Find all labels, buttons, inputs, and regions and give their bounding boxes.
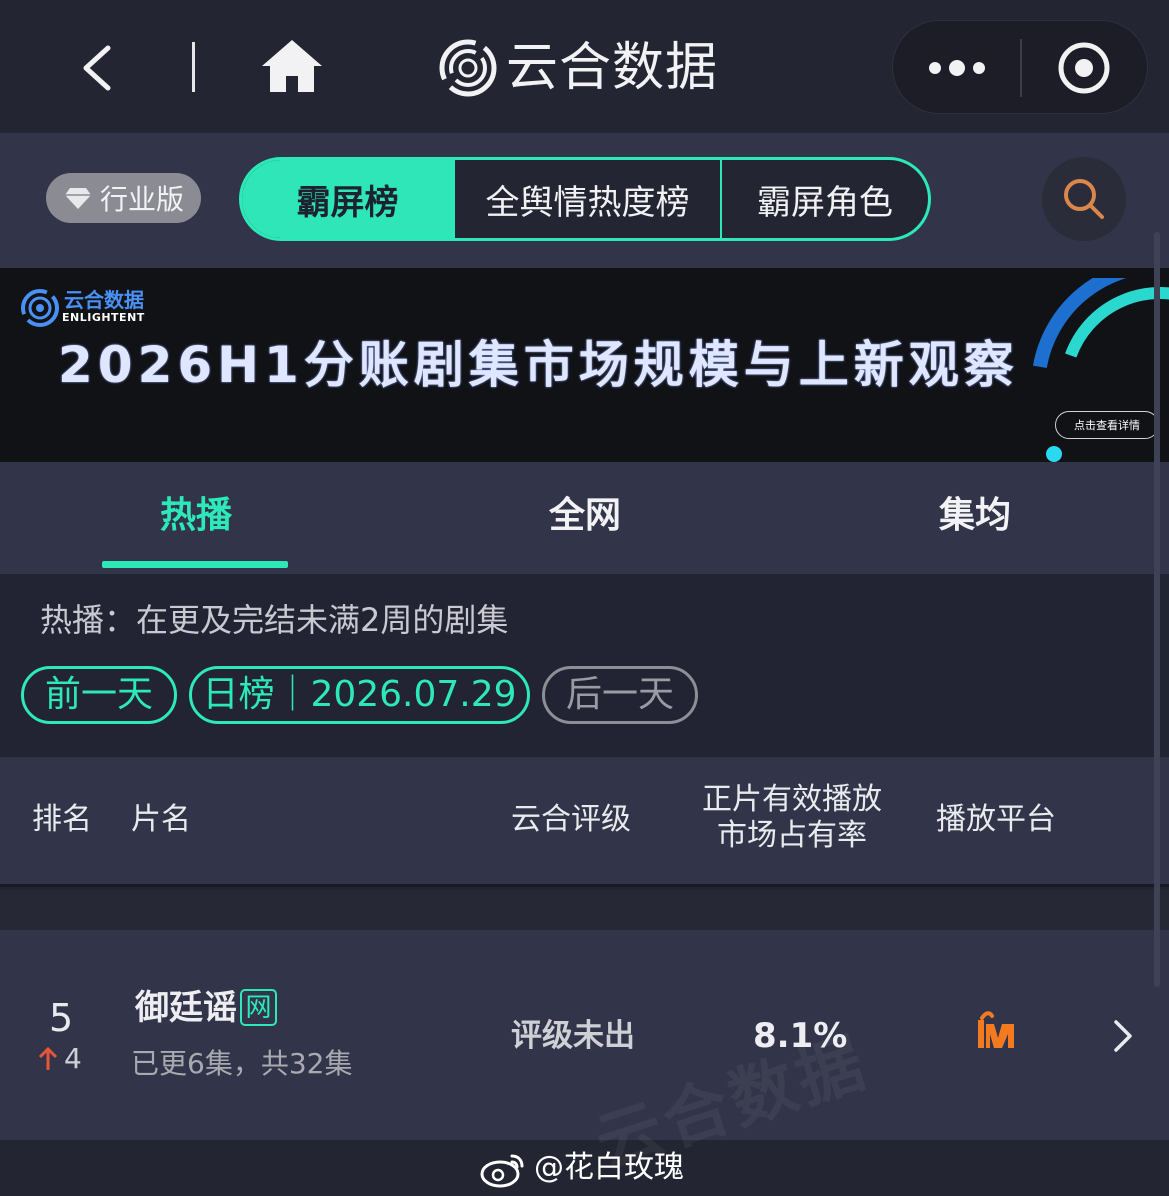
- table-spacer: [0, 890, 1169, 930]
- mango-tv-icon: [978, 1011, 1014, 1048]
- ranking-tab-bar: 行业版 霸屏榜 全舆情热度榜 霸屏角色: [0, 133, 1169, 268]
- next-day-button[interactable]: 后一天: [542, 666, 698, 724]
- back-arrow-icon[interactable]: [70, 38, 130, 98]
- more-dots-icon[interactable]: [921, 49, 993, 87]
- tab-per-episode[interactable]: 集均: [939, 492, 1011, 540]
- table-row[interactable]: 5 4 御廷谣 网 已更6集，共32集 评级未出 8.1%: [0, 930, 1169, 1140]
- banner-title: 2026H1分账剧集市场规模与上新观察: [58, 336, 1019, 394]
- previous-day-button[interactable]: 前一天: [21, 666, 177, 724]
- banner-logo-icon: [21, 289, 59, 327]
- header-market-share-line2: 市场占有率: [717, 818, 867, 853]
- ranking-tabs: 霸屏榜 全舆情热度榜 霸屏角色: [239, 157, 931, 241]
- rating-value: 评级未出: [511, 1018, 635, 1054]
- rank-number: 5: [49, 996, 74, 1040]
- app-title: 云合数据: [506, 38, 719, 98]
- header-market-share: 正片有效播放 市场占有率: [702, 782, 882, 854]
- header-rank: 排名: [32, 802, 92, 837]
- watermark-username: @花白玫瑰: [534, 1150, 684, 1185]
- rank-change: 4: [38, 1042, 82, 1075]
- capsule-divider: [1020, 39, 1022, 97]
- tab-hot-airing[interactable]: 热播: [160, 492, 232, 540]
- home-icon[interactable]: [258, 36, 326, 96]
- table-header: 排名 片名 云合评级 正片有效播放 市场占有率 播放平台: [0, 757, 1169, 887]
- header-market-share-line1: 正片有效播放: [702, 782, 882, 817]
- scrollbar[interactable]: [1154, 232, 1160, 987]
- miniprogram-capsule: [892, 20, 1148, 114]
- header-title: 片名: [131, 802, 191, 837]
- rank-up-arrow-icon: [38, 1046, 58, 1070]
- tab-all-network[interactable]: 全网: [549, 492, 621, 540]
- search-icon: [1064, 179, 1104, 219]
- industry-edition-badge[interactable]: 行业版: [46, 173, 201, 223]
- web-drama-badge: 网: [240, 989, 277, 1026]
- tab-dominant-roles[interactable]: 霸屏角色: [720, 160, 928, 238]
- weibo-icon: [480, 1154, 524, 1188]
- active-tab-indicator: [102, 561, 288, 568]
- edition-label: 行业版: [100, 183, 185, 216]
- banner-brand-name: 云合数据: [64, 288, 144, 312]
- top-nav-bar: 云合数据: [0, 0, 1169, 133]
- banner-brand-english: ENLIGHTENT: [62, 311, 145, 324]
- show-title: 御廷谣: [135, 988, 237, 1028]
- header-rating: 云合评级: [511, 802, 631, 837]
- chevron-right-icon[interactable]: [1110, 1018, 1136, 1054]
- current-date-picker[interactable]: 日榜｜2026.07.29: [189, 666, 530, 724]
- tab-screen-dominance[interactable]: 霸屏榜: [242, 160, 453, 238]
- category-tabs: 热播 全网 集均: [0, 462, 1169, 574]
- header-platform: 播放平台: [936, 802, 1056, 837]
- search-button[interactable]: [1042, 157, 1126, 241]
- rank-change-value: 4: [64, 1042, 82, 1075]
- app-logo-icon: [439, 39, 497, 97]
- tab-public-opinion-heat[interactable]: 全舆情热度榜: [453, 160, 720, 238]
- close-target-icon[interactable]: [1057, 41, 1111, 95]
- banner-detail-button[interactable]: 点击查看详情: [1055, 411, 1159, 439]
- promo-banner[interactable]: 云合数据 ENLIGHTENT 2026H1分账剧集市场规模与上新观察 点击查看…: [0, 268, 1169, 462]
- diamond-icon: [65, 188, 91, 209]
- nav-divider: [192, 42, 195, 92]
- episode-count: 已更6集，共32集: [131, 1047, 353, 1080]
- category-description: 热播：在更及完结未满2周的剧集: [40, 601, 509, 639]
